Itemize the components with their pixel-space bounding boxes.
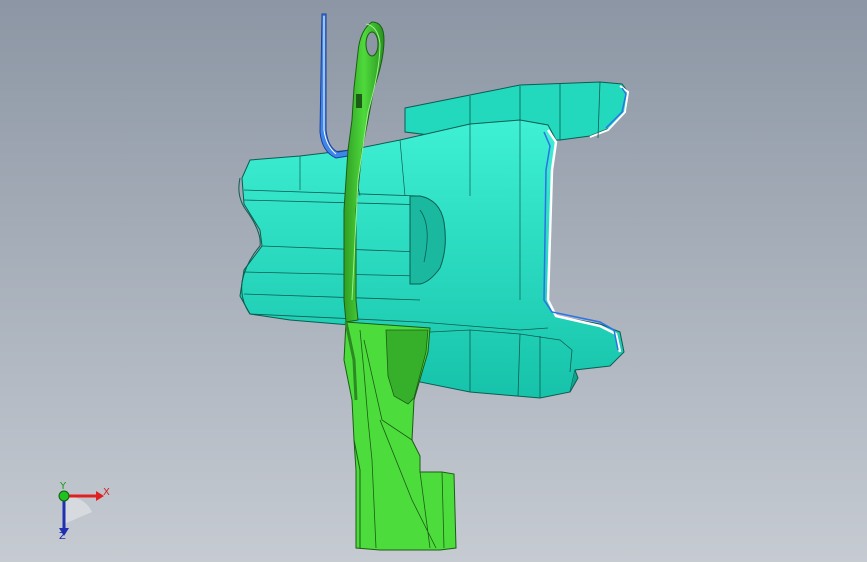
z-axis-label: Z (59, 531, 66, 542)
x-axis-label: X (103, 487, 110, 498)
bracket-slot (356, 94, 362, 108)
cad-viewport[interactable]: X Y Z (0, 0, 867, 562)
bracket-eye-hole (365, 31, 379, 57)
3d-model-view[interactable] (0, 0, 867, 562)
orientation-triad[interactable]: X Y Z (40, 478, 120, 548)
y-axis-dot (58, 490, 70, 502)
y-axis-label: Y (60, 481, 67, 492)
